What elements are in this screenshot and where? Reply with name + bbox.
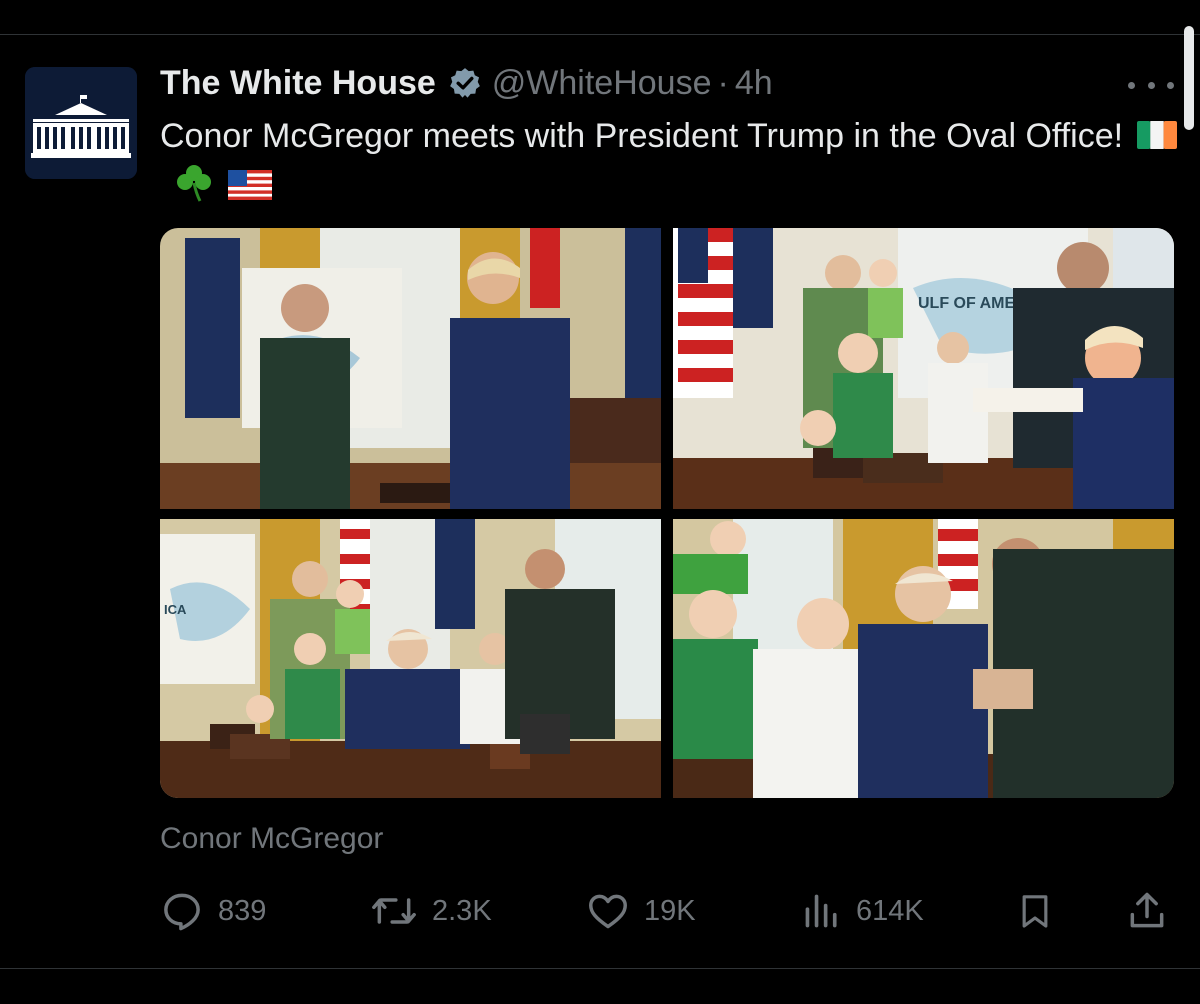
reply-button[interactable]: 839 (160, 888, 266, 934)
share-button[interactable] (1125, 888, 1169, 934)
photo-4[interactable] (673, 519, 1174, 798)
bottom-divider (0, 968, 1200, 969)
repost-count: 2.3K (432, 894, 492, 927)
like-count: 19K (644, 894, 696, 927)
p3-map-label: ICA (164, 602, 187, 617)
photo-1[interactable] (160, 228, 661, 509)
display-name[interactable]: The White House (160, 64, 436, 103)
user-handle[interactable]: @WhiteHouse (492, 64, 712, 103)
repost-button[interactable]: 2.3K (370, 888, 492, 934)
shamrock-emoji (174, 163, 214, 217)
bookmark-button[interactable] (1015, 888, 1055, 934)
separator-dot: · (717, 63, 729, 102)
tweet-text-content: Conor McGregor meets with President Trum… (160, 117, 1124, 155)
us-flag-emoji (228, 165, 272, 214)
white-house-avatar[interactable] (25, 67, 137, 179)
like-button[interactable]: 19K (586, 888, 696, 934)
bookmark-icon (1022, 895, 1048, 928)
scrollbar-thumb[interactable] (1184, 26, 1194, 130)
share-icon (1130, 892, 1164, 928)
view-count: 614K (856, 894, 924, 927)
reply-icon (164, 893, 200, 931)
ireland-flag-emoji (1137, 114, 1178, 163)
views-icon (805, 894, 837, 928)
more-options-icon[interactable] (1128, 70, 1174, 100)
photo-2[interactable]: ULF OF AMERICA (673, 228, 1174, 509)
repost-icon (372, 898, 416, 924)
timestamp[interactable]: 4h (735, 64, 773, 103)
media-grid: ULF OF AMERICA ICA (160, 228, 1174, 798)
top-divider (0, 34, 1200, 35)
action-bar: 839 2.3K 19K 614K (160, 888, 1180, 934)
tweet-header: The White House @WhiteHouse · 4h (160, 60, 773, 106)
views-button[interactable]: 614K (802, 888, 924, 934)
photo-3[interactable]: ICA (160, 519, 661, 798)
verified-badge-icon[interactable] (448, 66, 482, 100)
tweet-text: Conor McGregor meets with President Trum… (160, 112, 1180, 217)
media-caption: Conor McGregor (160, 822, 384, 855)
heart-icon (589, 894, 627, 929)
reply-count: 839 (218, 894, 267, 927)
